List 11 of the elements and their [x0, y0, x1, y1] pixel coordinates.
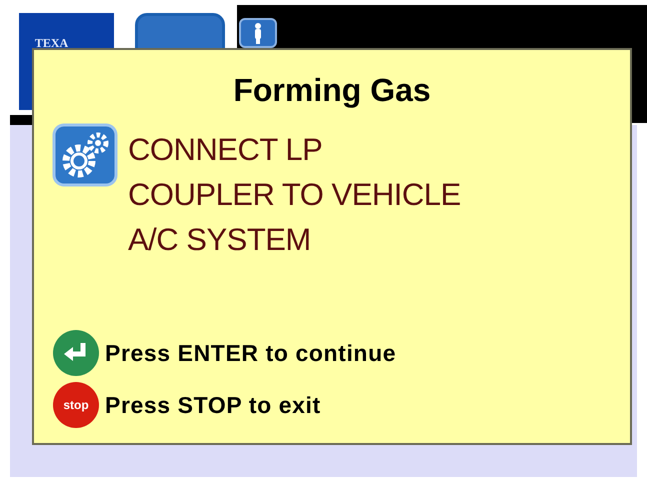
stop-icon: stop [52, 381, 100, 429]
dialog-title: Forming Gas [233, 72, 431, 109]
message-line: CONNECT LP [128, 131, 324, 169]
instruction-text: Press ENTER to continue [105, 340, 396, 366]
person-icon[interactable] [239, 18, 277, 48]
message-line: A/C SYSTEM [128, 221, 312, 259]
instruction-text: Press STOP to exit [105, 392, 321, 418]
message-line: COUPLER TO VEHICLE [128, 176, 461, 214]
logo-text: TEXA [34, 37, 68, 49]
enter-icon [52, 329, 100, 377]
gears-icon [52, 123, 118, 187]
